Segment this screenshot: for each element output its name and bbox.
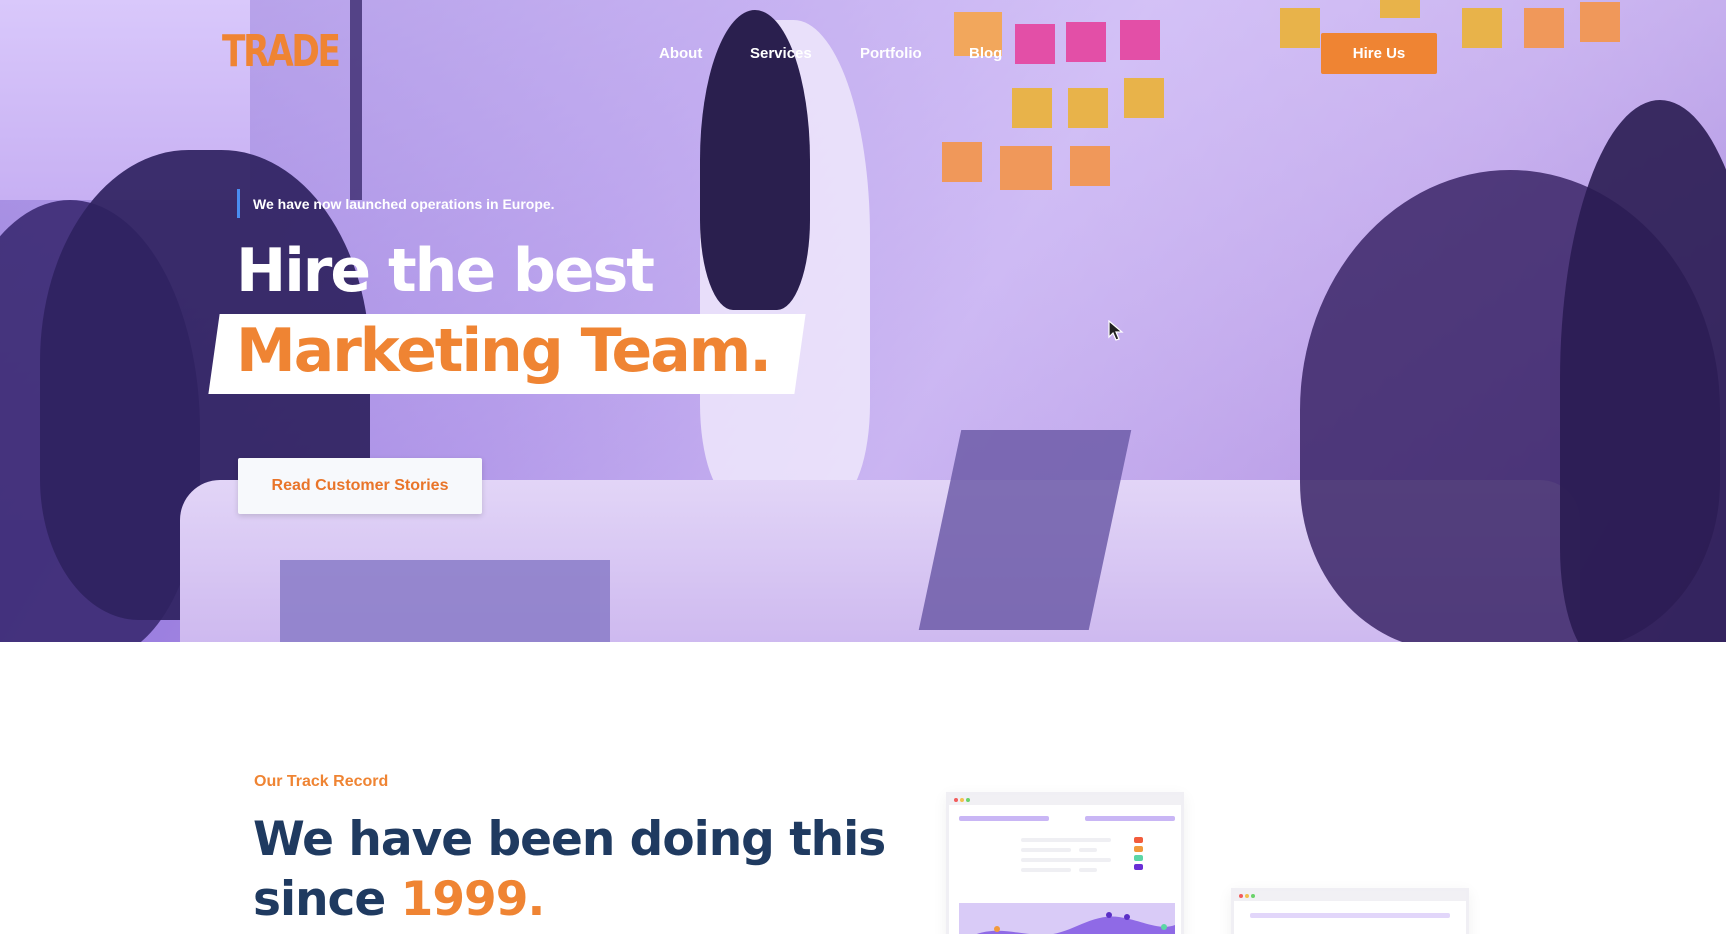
window-dot (966, 798, 970, 802)
window-dot (1251, 894, 1255, 898)
sticky-note (1068, 88, 1108, 128)
section-heading: We have been doing this since 1999. (253, 810, 893, 930)
placeholder-line (1079, 848, 1097, 852)
nav-item-services[interactable]: Services (750, 45, 812, 62)
legend-swatch (1134, 864, 1143, 870)
sticky-note (1120, 20, 1160, 60)
placeholder-line (1250, 913, 1450, 918)
placeholder-line (1085, 816, 1175, 821)
placeholder-line (1021, 868, 1071, 872)
hero-section: TRADE About Services Portfolio Blog Hire… (0, 0, 1726, 642)
legend-swatch (1134, 855, 1143, 861)
read-customer-stories-button[interactable]: Read Customer Stories (238, 458, 482, 514)
nav-item-portfolio[interactable]: Portfolio (860, 45, 922, 62)
placeholder-line (1021, 848, 1071, 852)
nav-item-about[interactable]: About (659, 45, 702, 62)
window-bar (1234, 891, 1466, 901)
window-dot (1245, 894, 1249, 898)
sticky-note (1124, 78, 1164, 118)
sticky-note (1000, 146, 1052, 190)
sticky-note (1380, 0, 1420, 18)
sticky-note (942, 142, 982, 182)
window-dot (960, 798, 964, 802)
heading-end: . (527, 872, 545, 927)
window-dot (1239, 894, 1243, 898)
hero-pillar (350, 0, 362, 200)
nav-item-blog[interactable]: Blog (969, 45, 1002, 62)
legend-swatch (1134, 846, 1143, 852)
heading-year: 1999 (400, 872, 529, 927)
sticky-note (1280, 8, 1320, 48)
hero-headline-line2: Marketing Team. (236, 316, 772, 386)
laptop (280, 560, 610, 642)
placeholder-line (1021, 858, 1111, 862)
sticky-note (1580, 2, 1620, 42)
hero-headline-line1: Hire the best (236, 236, 655, 306)
hire-us-button[interactable]: Hire Us (1321, 33, 1437, 74)
placeholder-line (959, 816, 1049, 821)
dashboard-illustration (946, 792, 1184, 934)
placeholder-line (1021, 838, 1111, 842)
announcement-text: We have now launched operations in Europ… (237, 189, 555, 218)
sticky-note (1070, 146, 1110, 186)
window-bar (949, 795, 1181, 805)
sticky-note (1012, 88, 1052, 128)
section-eyebrow: Our Track Record (254, 773, 389, 790)
placeholder-line (1079, 868, 1097, 872)
window-dot (954, 798, 958, 802)
dashboard-illustration (1231, 888, 1469, 934)
sticky-note (1524, 8, 1564, 48)
sticky-note (1462, 8, 1502, 48)
legend-swatch (1134, 837, 1143, 843)
area-chart-illustration (959, 903, 1175, 934)
cursor-icon (1108, 320, 1124, 341)
sticky-note (1066, 22, 1106, 62)
sticky-note (1015, 24, 1055, 64)
brand-logo[interactable]: TRADE (222, 26, 341, 77)
heading-text: We have been doing this since (253, 812, 886, 927)
